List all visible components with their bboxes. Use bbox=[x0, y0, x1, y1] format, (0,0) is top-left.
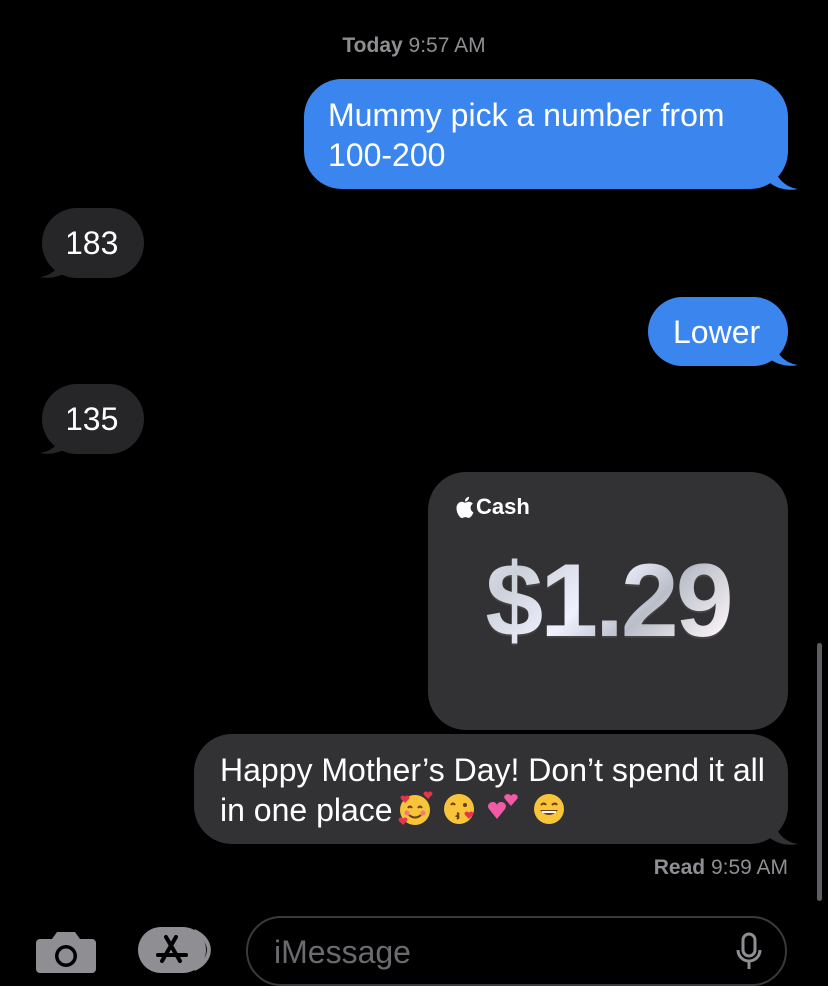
message-text: 135 bbox=[65, 401, 119, 437]
bubble-tail-sent bbox=[770, 810, 798, 845]
read-status: Read bbox=[653, 856, 706, 879]
apple-cash-amount: $1.29 bbox=[428, 542, 788, 661]
message-text: Mummy pick a number from 100-200 bbox=[328, 97, 725, 173]
face-blowing-a-kiss-icon bbox=[443, 794, 474, 824]
apple-cash-logo: Cash bbox=[456, 494, 530, 520]
read-time: 9:59 AM bbox=[710, 856, 788, 879]
scroll-indicator[interactable] bbox=[817, 643, 822, 901]
message-text: Lower bbox=[673, 314, 761, 350]
grinning-face-with-smiling-eyes-icon bbox=[533, 794, 564, 824]
camera-icon[interactable] bbox=[36, 925, 96, 975]
conversation-timestamp: Today 9:57 AM bbox=[0, 34, 828, 58]
apple-cash-payment-card[interactable]: Cash $1.29 bbox=[428, 472, 788, 730]
bubble-tail-sent bbox=[770, 331, 798, 366]
message-text: 183 bbox=[65, 225, 119, 261]
sent-message-bubble[interactable]: Mummy pick a number from 100-200 bbox=[304, 79, 788, 189]
timestamp-time: 9:57 AM bbox=[408, 34, 486, 57]
two-hearts-icon bbox=[487, 794, 518, 819]
apple-cash-brand-label: Cash bbox=[476, 494, 530, 519]
apple-logo-icon bbox=[456, 496, 474, 518]
read-receipt: Read 9:59 AM bbox=[654, 856, 788, 880]
bubble-tail-sent bbox=[770, 155, 798, 190]
imessage-input[interactable]: iMessage bbox=[246, 916, 787, 986]
timestamp-day: Today bbox=[342, 34, 403, 57]
bubble-tail-received bbox=[40, 419, 68, 454]
sent-message-bubble[interactable]: Happy Mother’s Day! Don’t spend it all i… bbox=[194, 734, 788, 844]
sent-message-bubble[interactable]: Lower bbox=[648, 297, 788, 366]
bubble-tail-received bbox=[40, 243, 68, 278]
microphone-icon[interactable] bbox=[735, 932, 763, 972]
smiling-face-with-hearts-icon bbox=[398, 791, 433, 825]
imessage-placeholder: iMessage bbox=[274, 934, 411, 970]
app-store-icon[interactable] bbox=[138, 925, 214, 975]
